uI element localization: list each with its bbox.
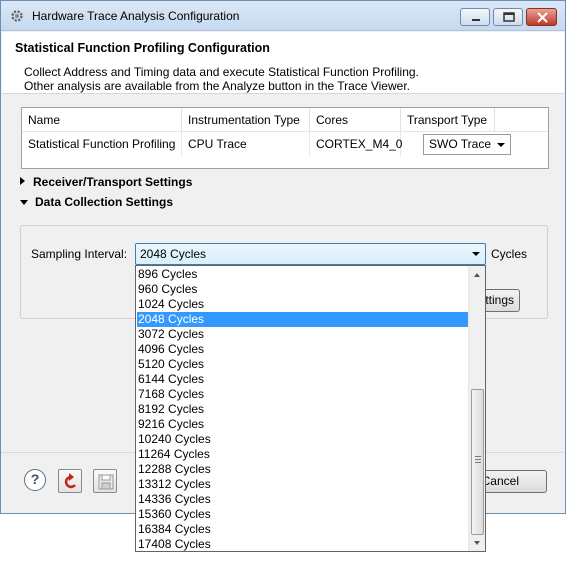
restore-defaults-icon — [64, 473, 77, 489]
cell-name[interactable]: Statistical Function Profiling — [22, 132, 182, 156]
dropdown-option[interactable]: 15360 Cycles — [137, 507, 468, 522]
analysis-table: Name Instrumentation Type Cores Transpor… — [21, 107, 549, 169]
close-button[interactable] — [526, 8, 557, 26]
dropdown-option[interactable]: 8192 Cycles — [137, 402, 468, 417]
description-line-2: Other analysis are available from the An… — [24, 79, 410, 93]
dropdown-option[interactable]: 12288 Cycles — [137, 462, 468, 477]
save-button[interactable] — [93, 469, 117, 493]
transport-type-value: SWO Trace — [429, 137, 492, 151]
column-header-cores[interactable]: Cores — [310, 108, 401, 132]
column-header-instrumentation[interactable]: Instrumentation Type — [182, 108, 310, 132]
transport-type-select[interactable]: SWO Trace — [423, 134, 511, 155]
scroll-up-icon[interactable] — [469, 267, 485, 283]
title-bar: Hardware Trace Analysis Configuration — [1, 1, 565, 31]
collapse-down-icon — [20, 200, 28, 205]
dropdown-option[interactable]: 1024 Cycles — [137, 297, 468, 312]
dropdown-option[interactable]: 3072 Cycles — [137, 327, 468, 342]
dropdown-option[interactable]: 2048 Cycles — [137, 312, 468, 327]
description-line-1: Collect Address and Timing data and exec… — [24, 65, 419, 79]
grip-line — [475, 462, 481, 463]
dropdown-option[interactable]: 4096 Cycles — [137, 342, 468, 357]
chevron-down-icon — [472, 252, 480, 256]
dropdown-option[interactable]: 14336 Cycles — [137, 492, 468, 507]
dropdown-option[interactable]: 960 Cycles — [137, 282, 468, 297]
header-description: Collect Address and Timing data and exec… — [24, 65, 419, 93]
dropdown-scrollbar[interactable] — [468, 266, 485, 551]
cell-cores[interactable]: CORTEX_M4_0 — [310, 132, 402, 156]
section-data-collection[interactable]: Data Collection Settings — [20, 195, 173, 209]
minimize-icon — [472, 19, 480, 21]
save-icon — [98, 474, 114, 490]
maximize-icon — [503, 12, 515, 22]
grip-line — [475, 456, 481, 457]
dropdown-option[interactable]: 7168 Cycles — [137, 387, 468, 402]
minimize-button[interactable] — [460, 8, 490, 26]
sampling-interval-dropdown: 896 Cycles 960 Cycles 1024 Cycles 2048 Cycl… — [135, 265, 486, 552]
column-header-empty — [495, 108, 548, 132]
scrollbar-thumb[interactable] — [471, 389, 484, 535]
section-receiver-transport[interactable]: Receiver/Transport Settings — [20, 175, 192, 189]
dropdown-option[interactable]: 5120 Cycles — [137, 357, 468, 372]
maximize-button[interactable] — [493, 8, 523, 26]
dropdown-option[interactable]: 9216 Cycles — [137, 417, 468, 432]
column-header-transport[interactable]: Transport Type — [401, 108, 495, 132]
cell-instrumentation[interactable]: CPU Trace — [182, 132, 310, 156]
sampling-unit-label: Cycles — [491, 247, 528, 261]
restore-defaults-button[interactable] — [58, 469, 82, 493]
window-title: Hardware Trace Analysis Configuration — [32, 9, 240, 23]
dropdown-option[interactable]: 6144 Cycles — [137, 372, 468, 387]
sampling-interval-select[interactable]: 2048 Cycles — [135, 243, 486, 265]
dialog-header: Statistical Function Profiling Configura… — [2, 32, 564, 94]
sampling-interval-value: 2048 Cycles — [140, 247, 207, 261]
section-receiver-label: Receiver/Transport Settings — [33, 175, 193, 189]
dropdown-option[interactable]: 13312 Cycles — [137, 477, 468, 492]
chevron-down-icon — [497, 143, 505, 147]
grip-line — [475, 459, 481, 460]
section-data-collection-label: Data Collection Settings — [35, 195, 174, 209]
dropdown-option[interactable]: 10240 Cycles — [137, 432, 468, 447]
scroll-down-icon[interactable] — [469, 535, 485, 551]
dropdown-option[interactable]: 11264 Cycles — [137, 447, 468, 462]
page-title: Statistical Function Profiling Configura… — [15, 41, 270, 55]
dropdown-option[interactable]: 896 Cycles — [137, 267, 468, 282]
column-header-name[interactable]: Name — [22, 108, 182, 132]
dropdown-option[interactable]: 17408 Cycles — [137, 537, 468, 551]
expand-right-icon — [20, 177, 25, 185]
close-icon — [537, 12, 548, 23]
help-button[interactable]: ? — [24, 469, 46, 491]
gear-icon — [11, 10, 23, 22]
sampling-interval-label: Sampling Interval: — [31, 247, 128, 261]
dropdown-option[interactable]: 16384 Cycles — [137, 522, 468, 537]
